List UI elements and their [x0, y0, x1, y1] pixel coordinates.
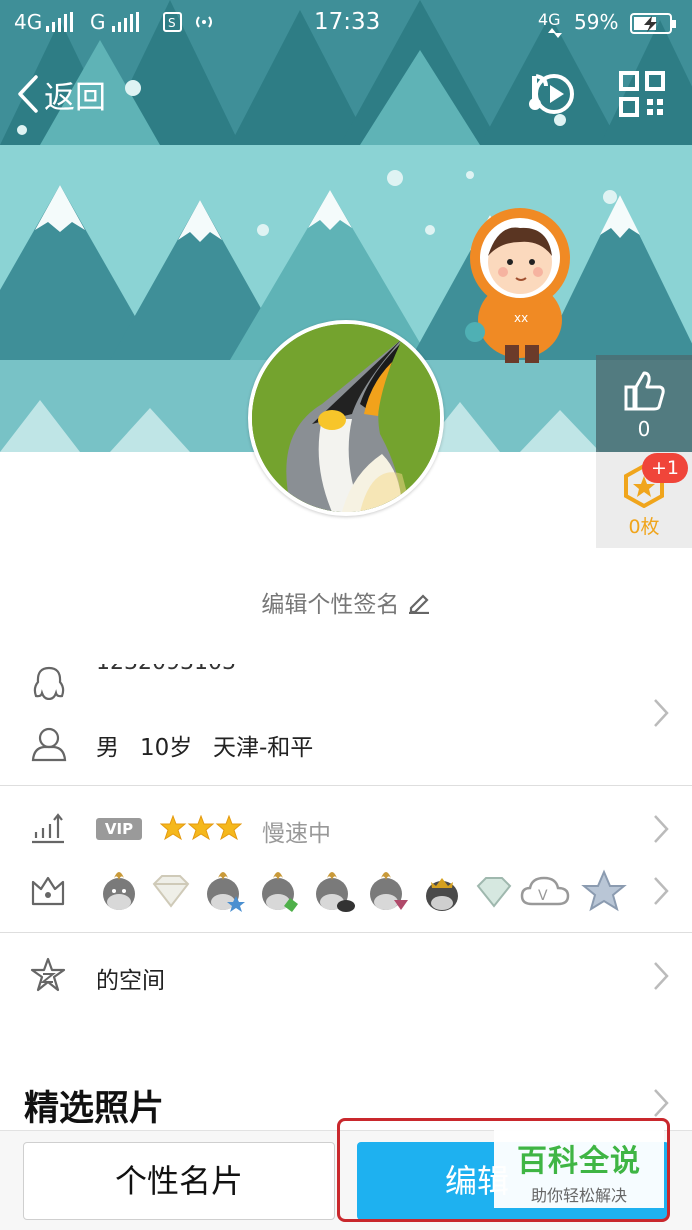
featured-photos-title: 精选照片 — [24, 1089, 165, 1129]
speed-status: 慢速中 — [262, 821, 331, 847]
chevron-right-icon[interactable] — [652, 1088, 670, 1118]
chevron-right-icon — [654, 877, 669, 905]
penguin-leaf-icon — [262, 872, 298, 912]
network-type-right: 4G — [538, 10, 561, 29]
penguin-account-icon — [33, 666, 65, 700]
service-icons: V — [103, 869, 627, 912]
status-bar: 4G G S 17:33 4G 59% — [0, 0, 692, 46]
pencil-icon — [408, 594, 429, 615]
level-chart-icon — [32, 813, 64, 844]
age-text: 10岁 — [140, 735, 193, 761]
svg-text:xx: xx — [514, 311, 528, 325]
blue-star-icon — [581, 869, 627, 912]
back-label: 返回 — [44, 79, 106, 116]
penguin-game-icon — [316, 872, 355, 912]
edit-signature-button[interactable]: 编辑个性签名 — [0, 585, 692, 625]
account-id-partial: 1232093103 — [96, 664, 236, 688]
badge-count: 0枚 — [628, 516, 660, 538]
eskimo-character: xx — [465, 208, 570, 363]
qr-code-button[interactable] — [618, 70, 666, 118]
back-button[interactable]: 返回 — [16, 70, 106, 118]
svg-text:S: S — [168, 16, 176, 30]
qzone-star-icon — [30, 957, 66, 992]
watermark-title: 百科全说 — [517, 1144, 641, 1179]
watermark-subtitle: 助你轻松解决 — [530, 1186, 627, 1205]
penguin-crown-icon — [426, 878, 458, 911]
sim-card-icon: S — [163, 12, 182, 32]
watermark-logo: 百科全说 助你轻松解决 — [494, 1128, 664, 1208]
user-icon — [31, 727, 67, 762]
signal-strength-icon — [46, 12, 78, 32]
vip-stars-icon — [160, 815, 242, 841]
chevron-left-icon — [18, 75, 38, 113]
network-type-2: G — [90, 10, 106, 34]
battery-percent: 59% — [574, 10, 619, 34]
chevron-right-icon — [654, 815, 669, 843]
hotspot-icon — [196, 16, 212, 28]
music-button[interactable] — [526, 70, 578, 118]
signal-strength-icon — [112, 12, 146, 32]
location-text: 天津-和平 — [213, 735, 314, 761]
svg-text:V: V — [538, 888, 548, 904]
network-type-1: 4G — [14, 10, 43, 34]
personal-card-button[interactable]: 个性名片 — [23, 1142, 335, 1220]
penguin-music-icon — [370, 872, 408, 910]
penguin-flame-icon — [103, 872, 135, 910]
battery-charging-icon — [630, 13, 676, 34]
avatar[interactable] — [248, 320, 444, 516]
penguin-star-icon — [207, 872, 245, 912]
music-play-icon — [529, 74, 574, 114]
penguin-avatar-image — [252, 324, 440, 512]
diamond-cloud-icon — [476, 877, 512, 908]
thumbs-up-icon — [624, 371, 665, 411]
vip-badge: VIP — [96, 818, 142, 840]
gender-text: 男 — [96, 735, 119, 761]
chevron-right-icon — [654, 699, 669, 727]
chevron-right-icon — [654, 962, 669, 990]
like-button[interactable]: 0 — [596, 355, 692, 452]
account-info-row[interactable]: 1232093103 男 10岁 天津-和平 — [0, 650, 692, 785]
space-label: 的空间 — [96, 968, 165, 994]
data-arrows-icon — [548, 28, 562, 38]
diamond-icon — [152, 875, 190, 908]
level-and-vip-row[interactable]: VIP 慢速中 V — [0, 786, 692, 932]
qr-code-icon — [619, 71, 665, 117]
top-navigation: 返回 — [0, 46, 692, 142]
new-badge-indicator: +1 — [642, 453, 688, 483]
qzone-space-row[interactable]: 的空间 — [0, 933, 692, 1021]
signature-placeholder: 编辑个性签名 — [261, 592, 400, 618]
status-time: 17:33 — [314, 9, 381, 35]
like-count: 0 — [637, 417, 651, 441]
cloud-v-icon: V — [520, 876, 570, 906]
crown-icon — [31, 876, 65, 906]
